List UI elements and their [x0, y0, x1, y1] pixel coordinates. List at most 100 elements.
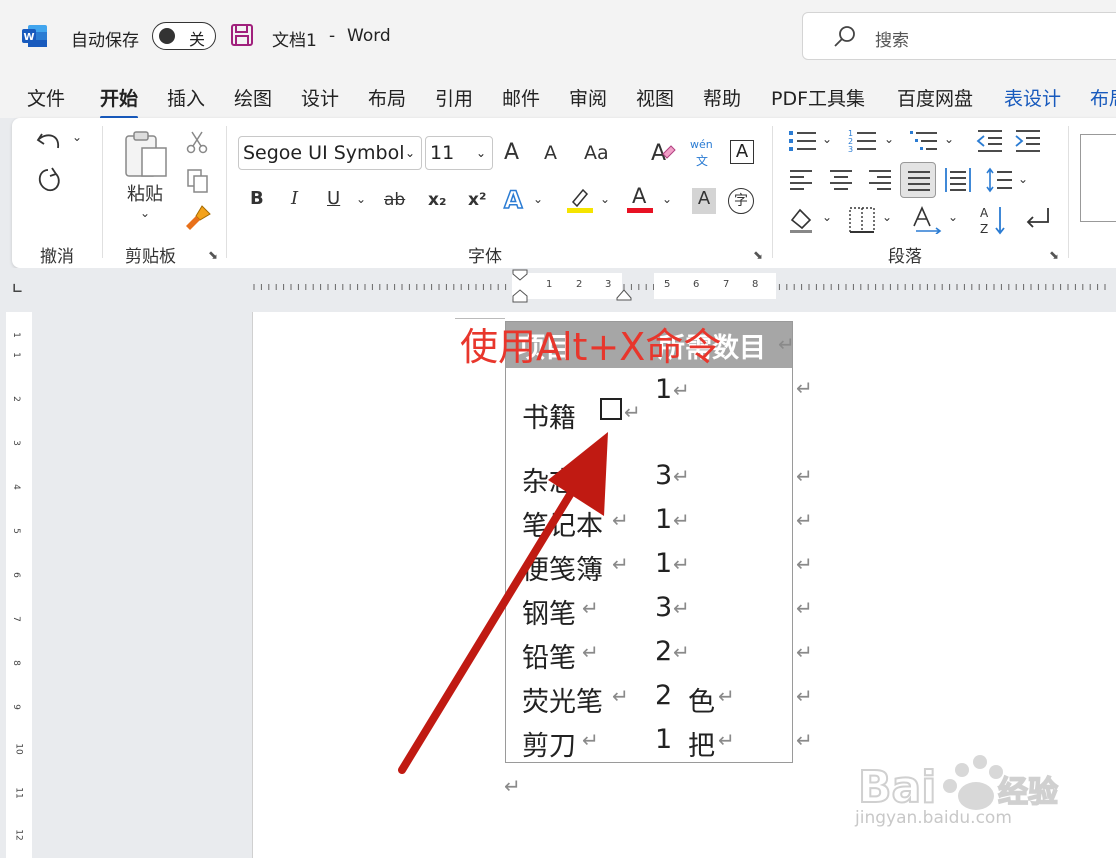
increase-indent-icon[interactable]	[1014, 128, 1042, 154]
table-cell-item[interactable]: 杂志	[522, 460, 576, 499]
tab-layout[interactable]: 布局	[368, 84, 406, 111]
paste-label[interactable]: 粘贴	[127, 180, 163, 206]
borders-icon[interactable]	[848, 206, 876, 234]
bullets-dropdown-icon[interactable]: ⌄	[822, 132, 832, 146]
highlight-dropdown-icon[interactable]: ⌄	[600, 192, 610, 206]
table-cell-item[interactable]: 书籍	[522, 396, 576, 435]
font-launcher-icon[interactable]: ⬊	[753, 248, 763, 262]
table-cell-item[interactable]: 钢笔	[522, 592, 576, 631]
table-cell-item[interactable]: 便笺簿	[522, 548, 603, 587]
save-icon[interactable]	[230, 23, 254, 47]
format-painter-icon[interactable]	[184, 204, 212, 232]
table-cell-quantity[interactable]: 3	[655, 460, 672, 491]
align-center-icon[interactable]	[828, 168, 854, 192]
align-left-icon[interactable]	[788, 168, 814, 192]
superscript-button[interactable]: x²	[468, 190, 486, 210]
table-cell-item[interactable]: 荧光笔	[522, 680, 603, 719]
show-formatting-icon[interactable]	[1022, 204, 1050, 232]
char-shading-button[interactable]: A	[692, 188, 716, 214]
tab-table-design[interactable]: 表设计	[1004, 84, 1061, 111]
table-cell-quantity[interactable]: 2	[655, 680, 672, 711]
table-cell-item[interactable]: 铅笔	[522, 636, 576, 675]
shading-icon[interactable]	[788, 206, 816, 234]
tab-help[interactable]: 帮助	[703, 84, 741, 111]
text-effects-dropdown-icon[interactable]: ⌄	[533, 192, 543, 206]
vertical-ruler[interactable]	[6, 312, 32, 858]
decrease-indent-icon[interactable]	[976, 128, 1004, 154]
italic-button[interactable]: I	[291, 188, 298, 209]
underline-dropdown-icon[interactable]: ⌄	[356, 192, 366, 206]
tab-design[interactable]: 设计	[301, 84, 339, 111]
table-cell-quantity[interactable]: 2	[655, 636, 672, 667]
bold-button[interactable]: B	[250, 188, 264, 209]
redo-icon[interactable]	[34, 166, 64, 196]
multilevel-dropdown-icon[interactable]: ⌄	[944, 132, 954, 146]
tab-stop-selector-icon[interactable]: ∟	[12, 282, 23, 297]
char-border-button[interactable]: A	[730, 140, 754, 164]
change-case-button[interactable]: Aa	[584, 142, 609, 164]
styles-gallery-preview[interactable]	[1080, 134, 1116, 222]
table-cell-quantity[interactable]: 3	[655, 592, 672, 623]
highlight-icon[interactable]	[567, 186, 593, 214]
tab-table-layout[interactable]: 布局	[1090, 84, 1116, 111]
table-cell-item[interactable]: 剪刀	[522, 724, 576, 763]
text-effects-icon[interactable]: A	[503, 185, 523, 215]
tab-baidu-netdisk[interactable]: 百度网盘	[897, 84, 973, 111]
tab-file[interactable]: 文件	[27, 84, 65, 111]
indent-marker-icon[interactable]	[511, 268, 529, 306]
shading-dropdown-icon[interactable]: ⌄	[822, 210, 832, 224]
enclose-characters-button[interactable]: 字	[728, 188, 754, 214]
paragraph-launcher-icon[interactable]: ⬊	[1049, 248, 1059, 262]
table-cell-item[interactable]: 笔记本	[522, 504, 603, 543]
search-box[interactable]: 搜索	[802, 12, 1116, 60]
table-cell-unit[interactable]: 色	[688, 680, 715, 719]
phonetic-guide-top[interactable]: wén	[690, 138, 713, 151]
autosave-toggle[interactable]: 关	[152, 22, 216, 50]
tab-references[interactable]: 引用	[435, 84, 473, 111]
bullets-icon[interactable]	[788, 128, 818, 154]
tab-review[interactable]: 审阅	[569, 84, 607, 111]
table-cell-quantity[interactable]: 1	[655, 504, 672, 535]
asian-layout-dropdown-icon[interactable]: ⌄	[948, 210, 958, 224]
clipboard-launcher-icon[interactable]: ⬊	[208, 248, 218, 262]
strikethrough-button[interactable]: ab	[384, 190, 405, 210]
numbering-dropdown-icon[interactable]: ⌄	[884, 132, 894, 146]
distributed-icon[interactable]	[944, 166, 972, 194]
clear-formatting-icon[interactable]: A	[649, 138, 677, 166]
subscript-button[interactable]: x₂	[428, 190, 446, 210]
undo-icon[interactable]	[34, 126, 68, 156]
asian-layout-icon[interactable]	[912, 204, 944, 234]
table-cell-unit[interactable]: 把	[688, 724, 715, 763]
tab-mailings[interactable]: 邮件	[502, 84, 540, 111]
tab-home[interactable]: 开始	[100, 84, 139, 119]
copy-icon[interactable]	[186, 168, 210, 194]
line-spacing-dropdown-icon[interactable]: ⌄	[1018, 172, 1028, 186]
sort-icon[interactable]: A Z	[978, 204, 1008, 236]
table-cell-quantity[interactable]: 1	[655, 548, 672, 579]
shrink-font-icon[interactable]: A	[544, 142, 557, 164]
line-spacing-icon[interactable]	[986, 166, 1014, 194]
align-right-icon[interactable]	[867, 168, 893, 192]
borders-dropdown-icon[interactable]: ⌄	[882, 210, 892, 224]
font-color-dropdown-icon[interactable]: ⌄	[662, 192, 672, 206]
justify-button[interactable]	[900, 162, 936, 198]
font-color-button[interactable]: A	[627, 184, 655, 214]
grow-font-icon[interactable]: A	[504, 140, 519, 165]
tab-insert[interactable]: 插入	[167, 84, 205, 111]
tab-draw[interactable]: 绘图	[234, 84, 272, 111]
tab-view[interactable]: 视图	[636, 84, 674, 111]
table-cell-quantity[interactable]: 1	[655, 724, 672, 755]
underline-button[interactable]: U	[327, 188, 340, 209]
table-cell-quantity[interactable]: 1	[655, 374, 672, 405]
paste-icon[interactable]	[122, 128, 172, 180]
font-size-combo[interactable]: 11 ⌄	[425, 136, 493, 170]
numbering-icon[interactable]: 123	[848, 128, 878, 154]
font-name-combo[interactable]: Segoe UI Symbol ⌄	[238, 136, 422, 170]
cut-icon[interactable]	[186, 130, 208, 154]
paste-dropdown-icon[interactable]: ⌄	[140, 206, 150, 220]
multilevel-list-icon[interactable]	[909, 128, 939, 154]
inserted-symbol-box[interactable]	[600, 398, 622, 420]
right-indent-marker-icon[interactable]	[615, 286, 633, 302]
undo-dropdown-icon[interactable]: ⌄	[72, 130, 82, 144]
tab-pdf-tools[interactable]: PDF工具集	[771, 84, 865, 111]
